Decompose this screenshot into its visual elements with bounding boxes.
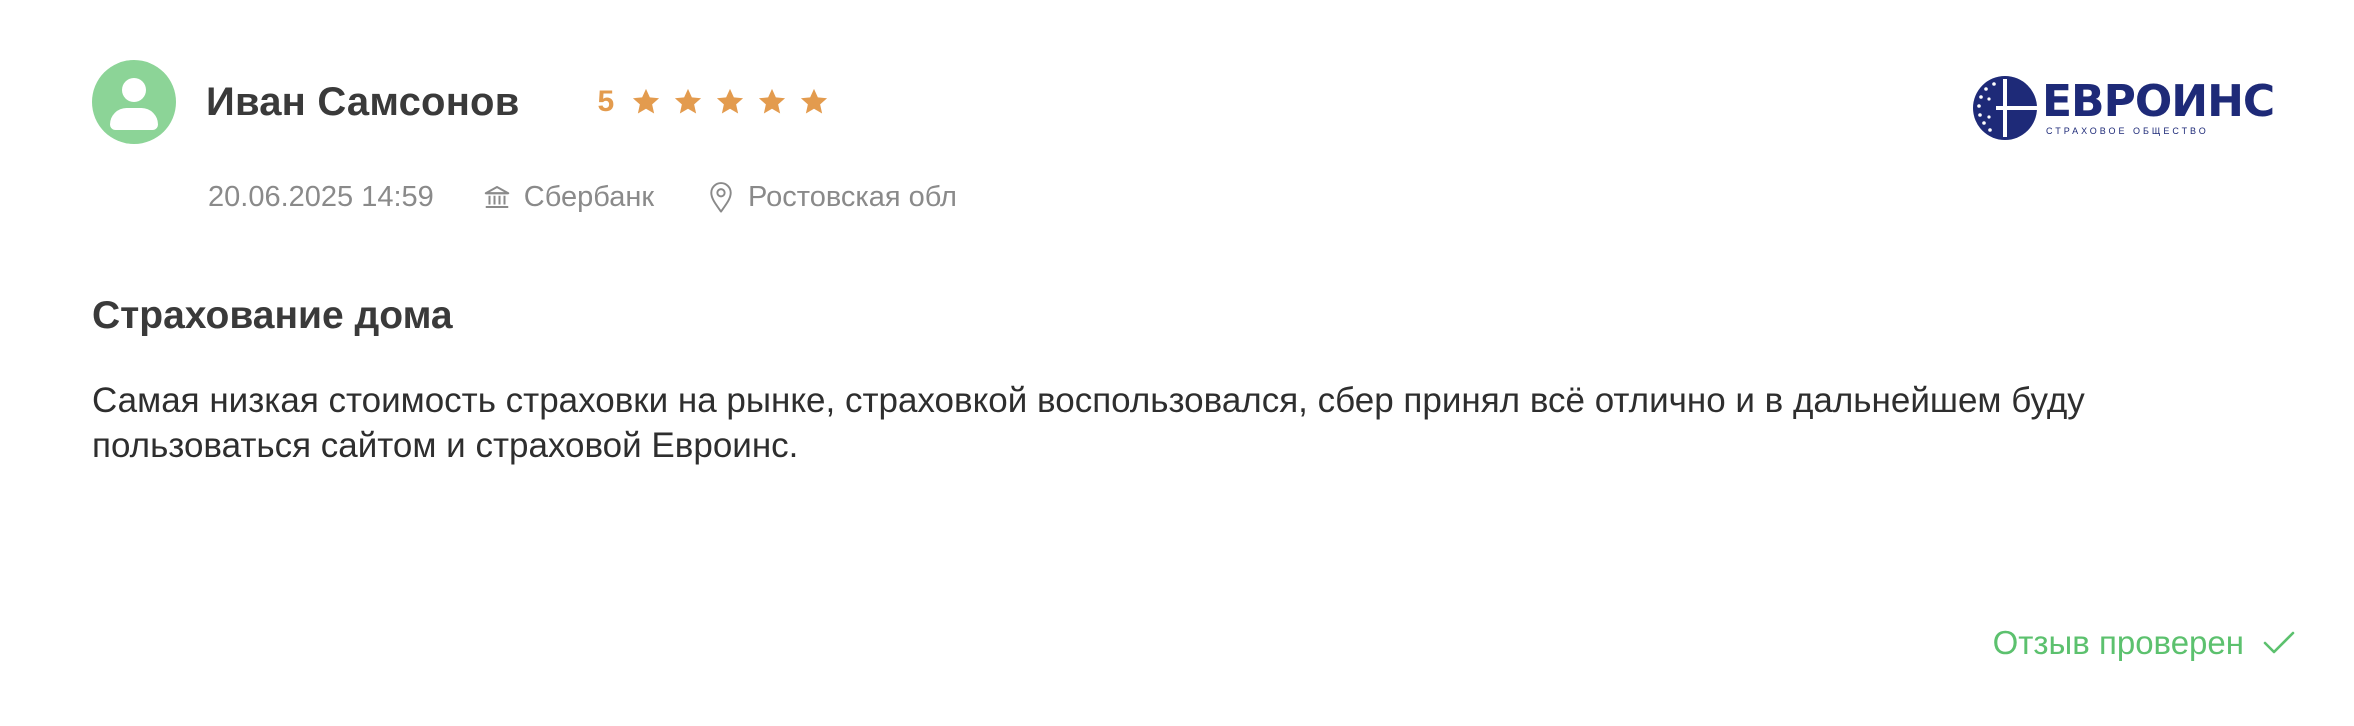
star-icon: [717, 88, 744, 114]
verified-badge: Отзыв проверен: [1993, 624, 2296, 662]
rating: 5: [597, 85, 840, 119]
review-date: 20.06.2025 14:59: [208, 180, 434, 213]
review-header: Иван Самсонов 5: [92, 60, 840, 144]
company-logo[interactable]: ЕВРОИНС СТРАХОВОЕ ОБЩЕСТВО: [1972, 70, 2275, 146]
review-text: Самая низкая стоимость страховки на рынк…: [92, 381, 2085, 465]
review-title: Страхование дома: [92, 294, 453, 337]
star-icon: [801, 88, 828, 114]
map-pin-icon: [710, 182, 732, 213]
company-logo-name: ЕВРОИНС: [2042, 76, 2275, 127]
author-name: Иван Самсонов: [206, 79, 520, 124]
star-icon: [675, 88, 702, 114]
rating-value: 5: [597, 85, 615, 118]
verified-label: Отзыв проверен: [1992, 624, 2244, 661]
star-icon: [633, 88, 660, 114]
review-bank: Сбербанк: [482, 181, 654, 214]
bank-building-icon: [484, 186, 510, 208]
checkmark-icon: [2263, 631, 2295, 654]
review-meta: 20.06.2025 14:59 Сбербанк Ростовская обл: [208, 180, 957, 214]
company-logo-emblem-icon: [1973, 76, 2038, 140]
user-avatar-icon: [92, 60, 176, 144]
review-region: Ростовская обл: [706, 180, 957, 214]
company-logo-tagline: СТРАХОВОЕ ОБЩЕСТВО: [2046, 126, 2209, 136]
review-card: Иван Самсонов 5 20.06.2025 14:59 Сбербан…: [0, 0, 2354, 726]
bank-name: Сбербанк: [523, 180, 655, 213]
region-name: Ростовская обл: [748, 180, 957, 213]
star-icon: [759, 88, 786, 114]
